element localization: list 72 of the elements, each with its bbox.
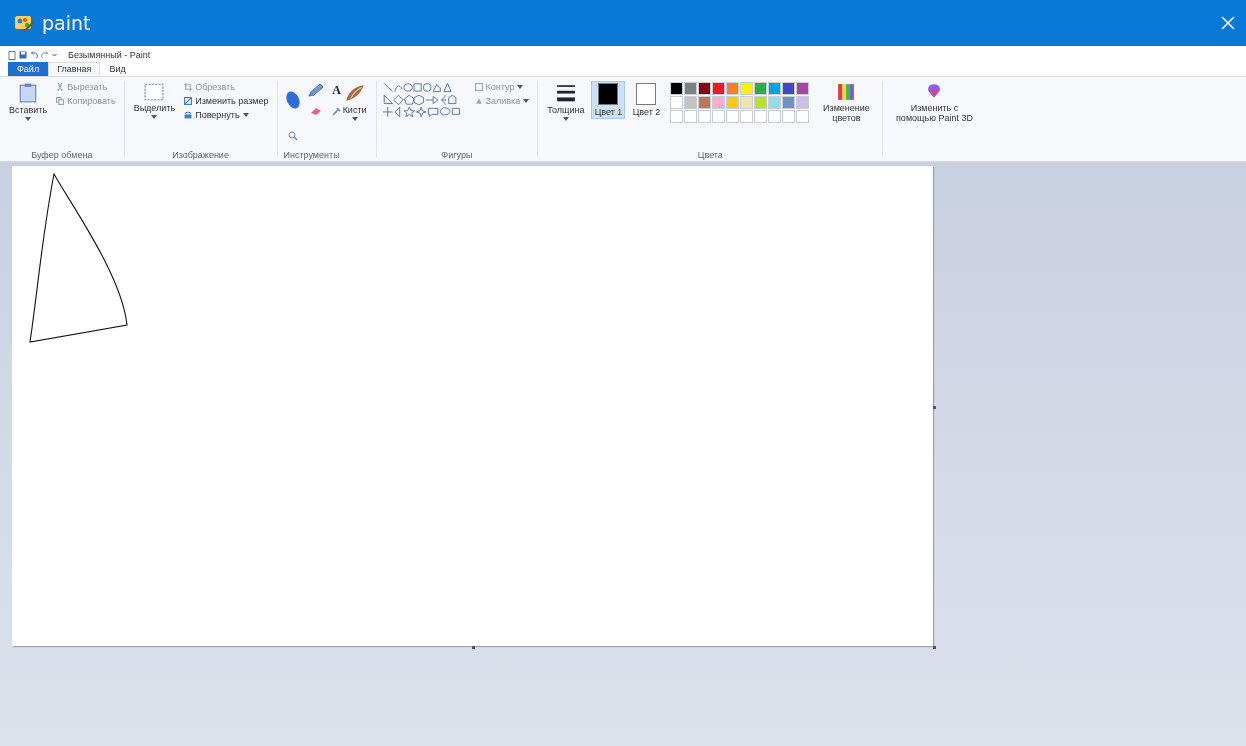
document-icon[interactable] xyxy=(8,50,16,60)
rotate-button[interactable]: Повернуть xyxy=(182,109,271,121)
color-swatch[interactable] xyxy=(712,82,726,95)
caret-icon xyxy=(25,117,32,121)
rotate-icon xyxy=(184,111,193,119)
undo-icon[interactable] xyxy=(30,51,38,59)
outline-icon xyxy=(474,83,483,91)
eraser-icon[interactable] xyxy=(309,106,322,116)
clipboard-icon xyxy=(19,83,38,103)
brush-icon xyxy=(343,83,366,103)
select-button[interactable]: Выделить xyxy=(130,81,179,121)
color-swatch[interactable] xyxy=(726,82,740,95)
color-swatch[interactable] xyxy=(684,82,698,95)
document-title: Безымянный - Paint xyxy=(68,50,151,60)
scissors-icon xyxy=(56,83,65,91)
color-swatch[interactable] xyxy=(712,96,726,109)
color-swatch[interactable] xyxy=(726,96,740,109)
resize-handle[interactable] xyxy=(933,646,936,649)
resize-handle[interactable] xyxy=(472,646,475,649)
ribbon-tab[interactable]: Главная xyxy=(48,62,101,76)
group-label: Изображение xyxy=(172,149,229,161)
color-swatch[interactable] xyxy=(782,96,796,109)
color-swatch[interactable] xyxy=(768,96,782,109)
color-swatch[interactable] xyxy=(698,82,712,95)
close-icon[interactable] xyxy=(1220,15,1236,31)
caret-icon xyxy=(351,117,358,121)
resize-icon xyxy=(184,97,193,105)
color-bars-icon xyxy=(837,83,856,101)
palette-icon xyxy=(14,13,34,33)
line-width-icon xyxy=(555,83,576,103)
color-swatch[interactable] xyxy=(754,82,768,95)
file-tab[interactable]: Файл xyxy=(8,62,49,76)
edit-colors-button[interactable]: Изменение цветов xyxy=(816,81,877,125)
group-label: Фигуры xyxy=(441,149,473,161)
color-swatch[interactable] xyxy=(740,96,754,109)
resize-button[interactable]: Изменить размер xyxy=(182,95,271,107)
color-swatch[interactable] xyxy=(740,82,754,95)
selection-icon xyxy=(144,83,165,101)
group-label: Инструменты xyxy=(283,149,340,161)
paint-3d-button[interactable]: Изменить с помощью Paint 3D xyxy=(889,81,980,125)
magnifier-icon[interactable] xyxy=(287,131,298,141)
pencil-icon[interactable] xyxy=(307,83,324,97)
color-slot-button[interactable]: Цвет 1 xyxy=(591,81,626,119)
color-picker-icon[interactable] xyxy=(331,106,342,116)
resize-handle[interactable] xyxy=(933,406,936,409)
caret-icon xyxy=(517,85,524,89)
color-swatch[interactable] xyxy=(754,96,768,109)
color-slot-button[interactable]: Цвет 2 xyxy=(629,81,664,119)
color-swatch[interactable] xyxy=(768,82,782,95)
color-swatch[interactable] xyxy=(670,82,684,95)
group-label: Цвета xyxy=(697,149,723,161)
group-label: Буфер обмена xyxy=(31,149,93,161)
redo-icon[interactable] xyxy=(41,51,49,59)
text-tool[interactable]: A xyxy=(332,82,341,98)
fill-icon xyxy=(474,97,483,105)
crop-icon xyxy=(184,83,193,91)
color-swatch[interactable] xyxy=(796,96,810,109)
caret-icon xyxy=(523,99,530,103)
save-icon[interactable] xyxy=(19,51,27,59)
paste-button[interactable]: Вставить xyxy=(6,81,51,123)
color-swatch[interactable] xyxy=(670,96,684,109)
color-swatch[interactable] xyxy=(698,96,712,109)
size-button[interactable]: Толщина xyxy=(544,81,588,123)
color-swatch[interactable] xyxy=(684,96,698,109)
caret-icon xyxy=(562,117,569,121)
color-swatch[interactable] xyxy=(782,82,796,95)
color-swatch[interactable] xyxy=(796,82,810,95)
caret-icon[interactable] xyxy=(52,51,57,59)
caret-icon xyxy=(151,115,158,119)
window-title: paint xyxy=(42,12,91,34)
caret-icon xyxy=(242,113,249,117)
copy-icon xyxy=(56,97,65,105)
